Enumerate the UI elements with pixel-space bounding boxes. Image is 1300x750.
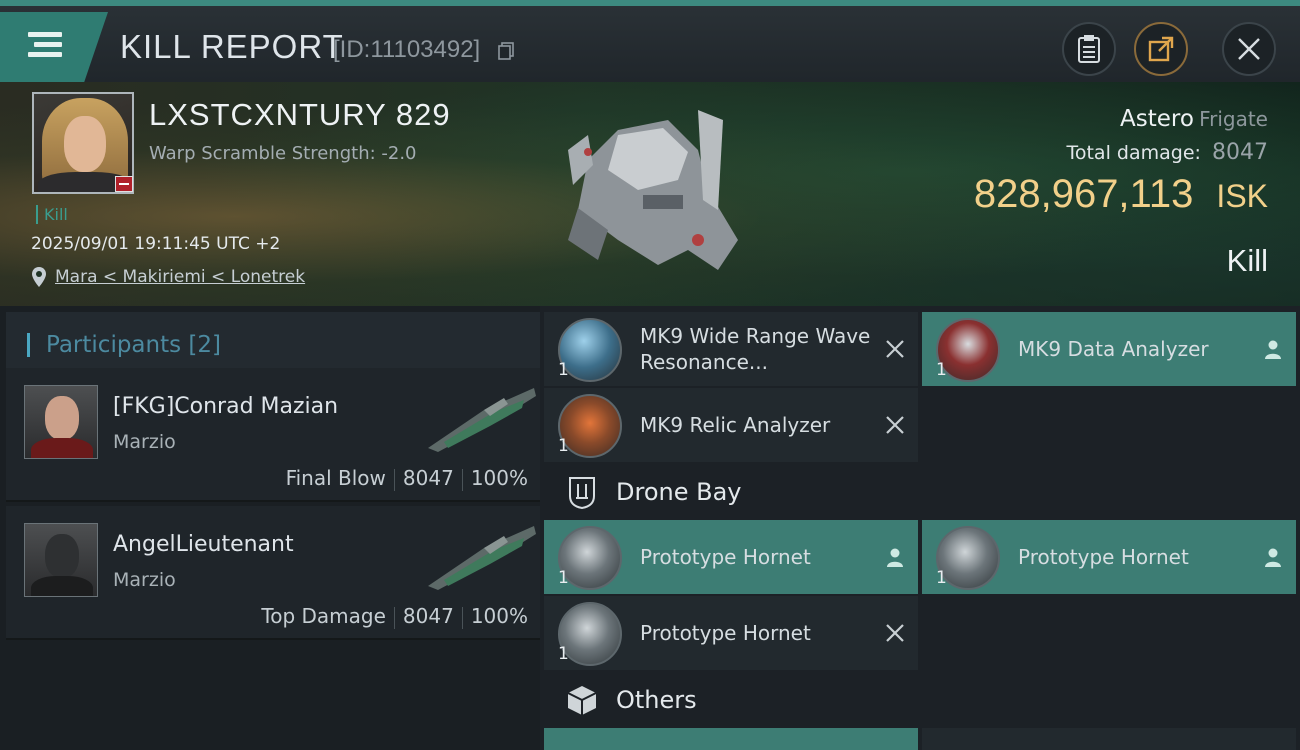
drone-slot[interactable]: 1 Prototype Hornet [544, 520, 918, 594]
participant-percent: 100% [470, 466, 528, 490]
participants-header[interactable]: Participants [2] [6, 312, 540, 372]
ship-class: Frigate [1199, 107, 1268, 131]
participant-corp: Marzio [113, 569, 176, 591]
drone-name: Prototype Hornet [640, 621, 811, 645]
kill-tag: Kill [36, 205, 68, 224]
participants-panel: Participants [2] [FKG]Conrad Mazian Marz… [0, 306, 540, 750]
victim-banner: LXSTCXNTURY 829 Warp Scramble Strength: … [0, 82, 1300, 306]
module-name: MK9 Wide Range Wave Resonance... [640, 324, 871, 374]
participants-count: [2] [188, 332, 222, 358]
kill-outcome: Kill [1226, 243, 1268, 278]
participant-name[interactable]: [FKG]Conrad Mazian [113, 394, 338, 419]
total-damage: Total damage: 8047 [1066, 140, 1268, 165]
total-damage-value: 8047 [1212, 140, 1268, 165]
participant-ship-image[interactable] [424, 382, 540, 454]
victim-ship-type[interactable]: Astero Frigate [1120, 106, 1268, 132]
module-slot[interactable]: 1 MK9 Wide Range Wave Resonance... [544, 312, 918, 386]
drone-bay-header: Drone Bay [544, 466, 1300, 518]
participant-damage: 8047 [402, 466, 454, 490]
module-slot[interactable]: 1 MK9 Relic Analyzer [544, 388, 918, 462]
drone-bay-icon [560, 470, 604, 514]
menu-button[interactable] [0, 12, 108, 82]
location-text[interactable]: Mara < Makiriemi < Lonetrek [55, 267, 305, 287]
share-button[interactable] [1134, 22, 1188, 76]
isk-amount: 828,967,113 [973, 172, 1194, 216]
page-title: KILL REPORT [120, 28, 344, 65]
warp-scramble-strength: Warp Scramble Strength: -2.0 [149, 143, 417, 164]
participant-avatar[interactable] [24, 523, 98, 597]
person-icon [1265, 548, 1281, 567]
cube-icon [560, 678, 604, 722]
participant-avatar[interactable] [24, 385, 98, 459]
participant-role: Top Damage [261, 604, 386, 628]
others-header: Others [544, 674, 1300, 726]
module-slot[interactable]: 1 MK9 Data Analyzer [922, 312, 1296, 386]
drone-name: Prototype Hornet [640, 545, 811, 569]
module-name: MK9 Data Analyzer [1018, 337, 1209, 361]
location-pin-icon [32, 267, 46, 287]
participant-ship-image[interactable] [424, 520, 540, 592]
participant-damage: 8047 [402, 604, 454, 628]
drone-bay-label: Drone Bay [616, 478, 742, 506]
module-name: MK9 Relic Analyzer [640, 413, 831, 437]
close-button[interactable] [1222, 22, 1276, 76]
participant-role: Final Blow [285, 466, 386, 490]
top-bar: KILL REPORT [ID:11103492] [0, 0, 1300, 82]
drone-name: Prototype Hornet [1018, 545, 1189, 569]
participant-name[interactable]: AngelLieutenant [113, 532, 294, 557]
isk-currency: ISK [1216, 178, 1268, 214]
person-icon [1265, 340, 1281, 359]
kill-timestamp: 2025/09/01 19:11:45 UTC +2 [31, 234, 281, 254]
menu-icon [28, 32, 62, 37]
fitting-panel: 1 MK9 Wide Range Wave Resonance... 1 MK9… [540, 306, 1300, 750]
participant-corp: Marzio [113, 431, 176, 453]
report-id: [ID:11103492] [333, 36, 481, 63]
item-slot[interactable] [922, 728, 1296, 750]
victim-ship-image [568, 110, 738, 270]
kill-report-screen: { "header": { "title": "KILL REPORT", "r… [0, 0, 1300, 750]
copy-icon[interactable] [498, 42, 514, 60]
person-icon [887, 548, 903, 567]
drone-slot[interactable]: 1 Prototype Hornet [922, 520, 1296, 594]
participant-row[interactable]: [FKG]Conrad Mazian Marzio Final Blow 8047… [6, 368, 540, 502]
destroyed-icon [886, 340, 904, 358]
ship-name: Astero [1120, 106, 1194, 132]
share-icon [1148, 36, 1174, 62]
location-link[interactable]: Mara < Makiriemi < Lonetrek [31, 266, 305, 288]
destroyed-icon [886, 416, 904, 434]
item-slot[interactable] [544, 728, 918, 750]
participant-row[interactable]: AngelLieutenant Marzio Top Damage 8047 100… [6, 506, 540, 640]
participant-stats: Top Damage 8047 100% [261, 604, 528, 629]
destroyed-icon [886, 624, 904, 642]
participant-percent: 100% [470, 604, 528, 628]
clipboard-icon [1078, 35, 1100, 63]
others-label: Others [616, 686, 697, 714]
isk-value: 828,967,113 ISK [974, 172, 1268, 217]
status-badge [115, 176, 133, 192]
participant-stats: Final Blow 8047 100% [286, 466, 528, 491]
victim-name[interactable]: LXSTCXNTURY 829 [149, 97, 451, 133]
total-damage-label: Total damage: [1066, 142, 1201, 164]
drone-slot[interactable]: 1 Prototype Hornet [544, 596, 918, 670]
close-icon [1238, 38, 1260, 60]
clipboard-button[interactable] [1062, 22, 1116, 76]
participants-title: Participants [2] [46, 332, 222, 358]
